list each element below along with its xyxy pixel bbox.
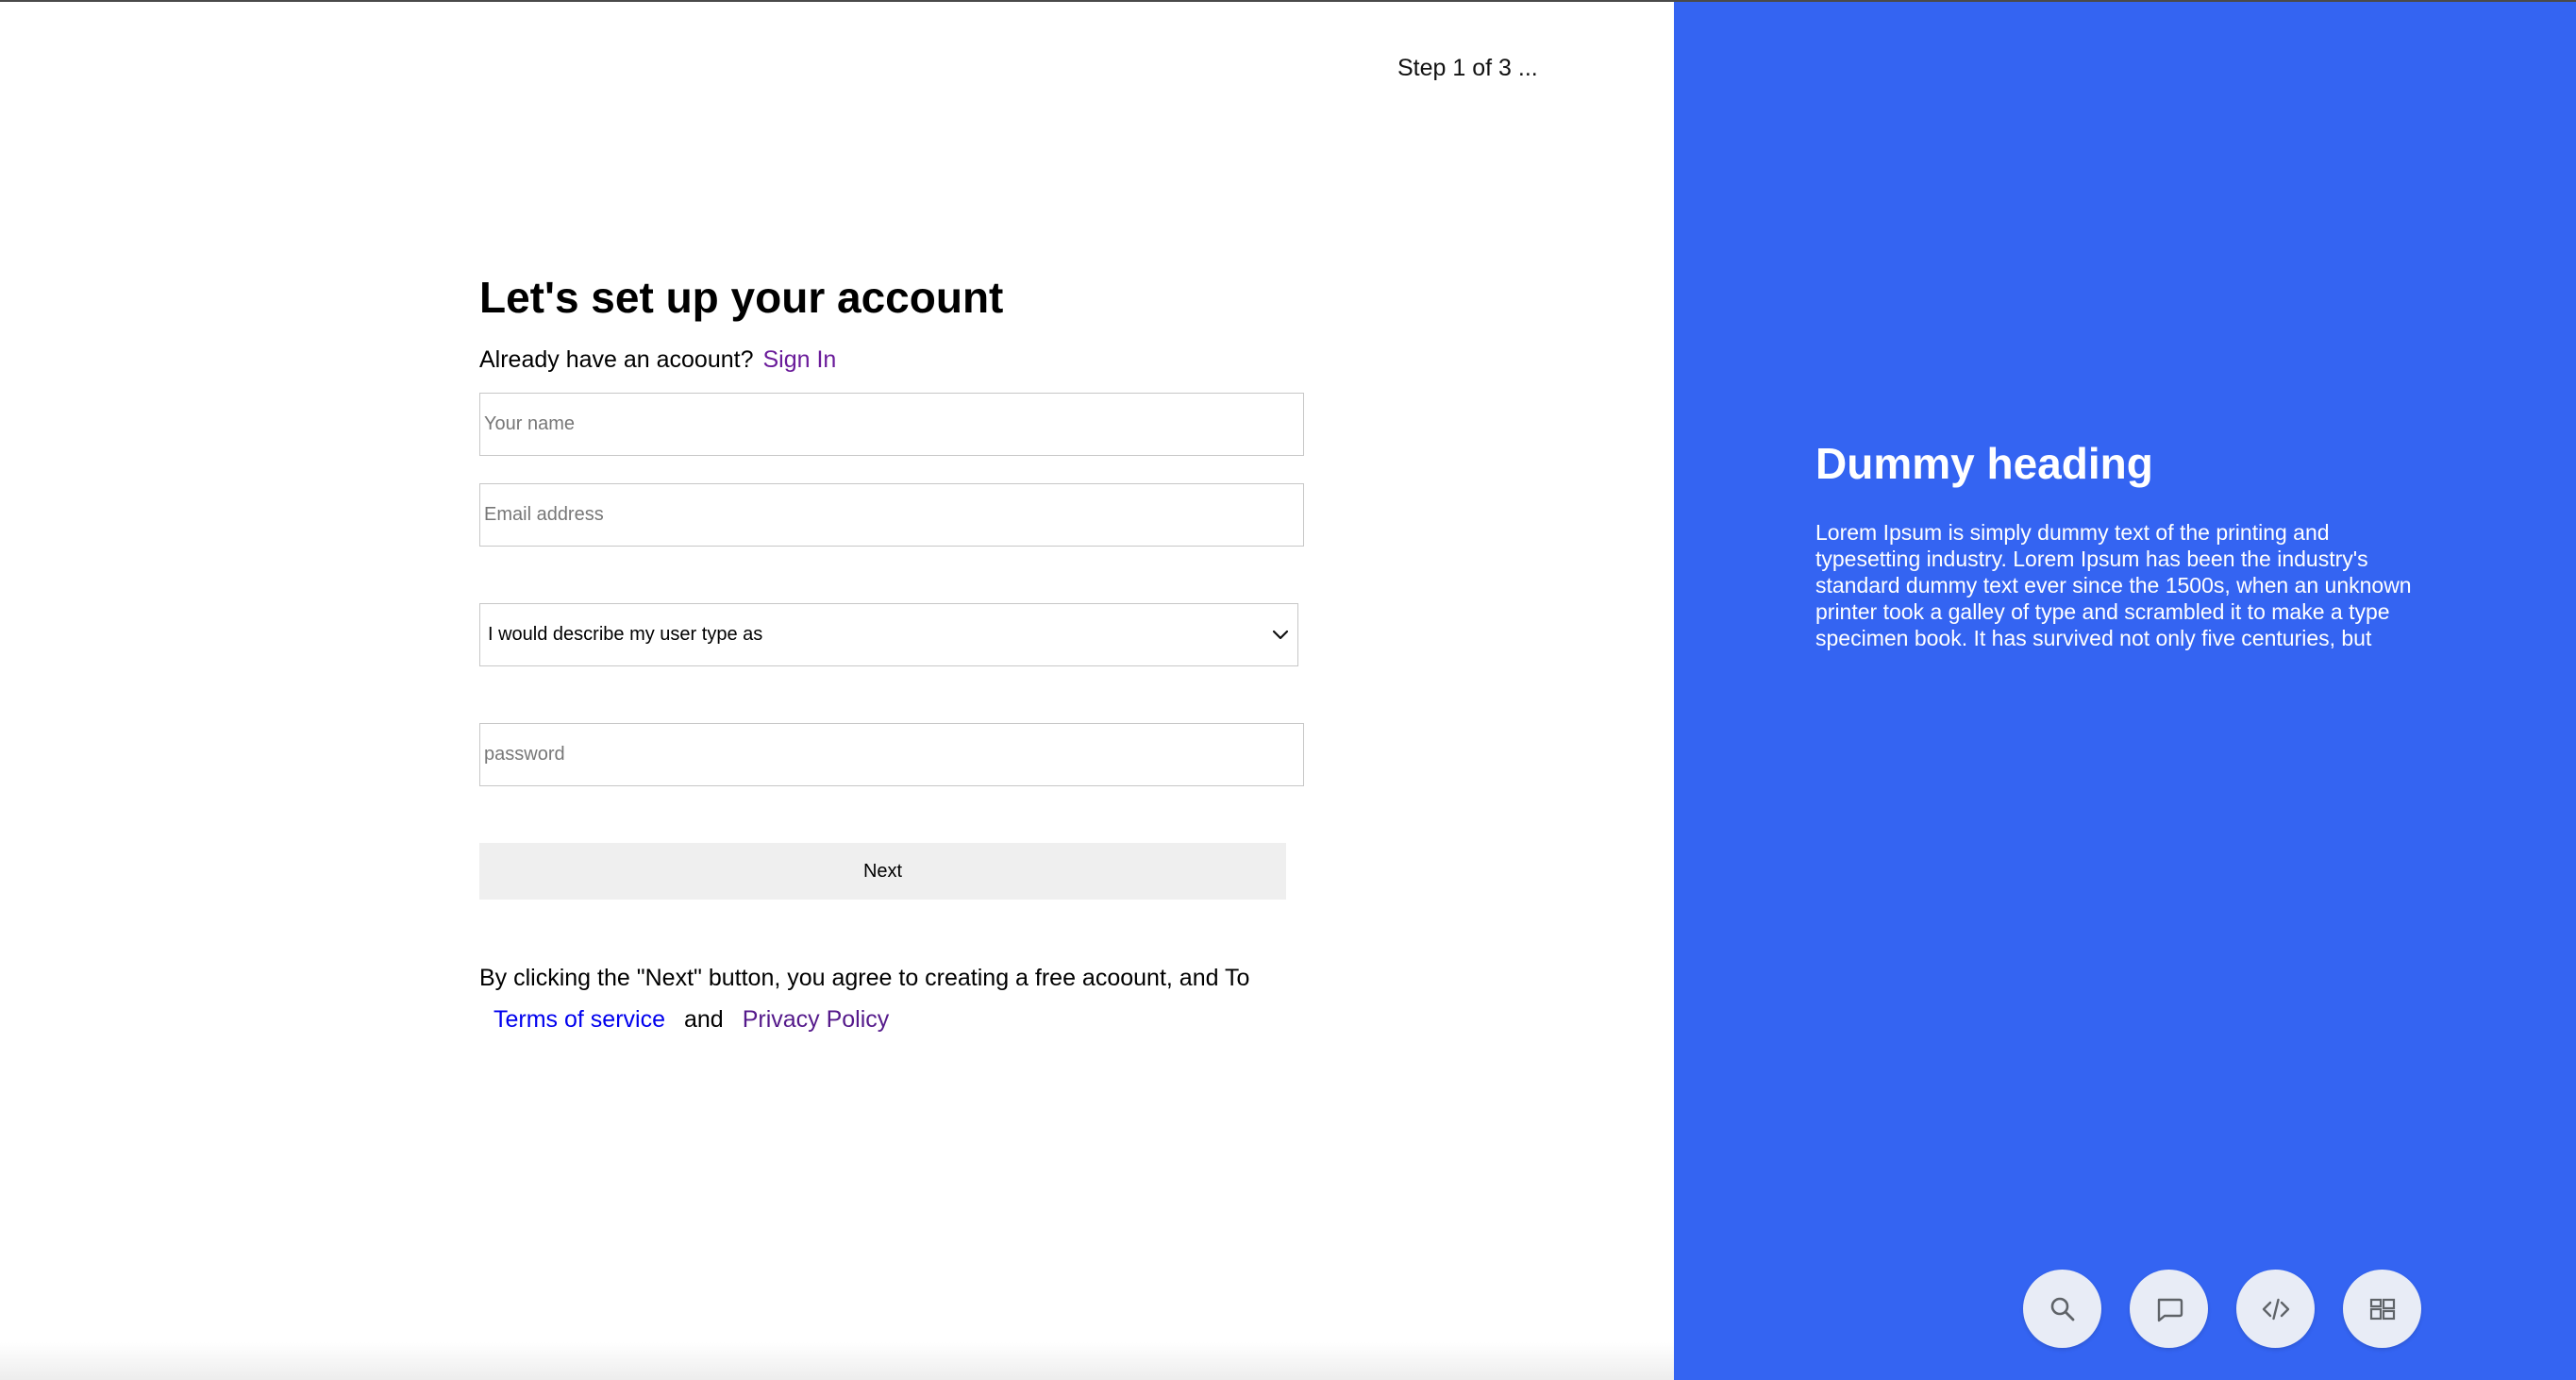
signup-form-panel: Step 1 of 3 ... Let's set up your accoun…: [0, 2, 1674, 1380]
chevron-down-icon: [1272, 630, 1289, 639]
signin-row: Already have an acoount? Sign In: [479, 344, 1310, 376]
name-input[interactable]: [479, 393, 1304, 456]
search-icon: [2050, 1297, 2074, 1321]
next-button[interactable]: Next: [479, 843, 1286, 900]
promo-heading: Dummy heading: [1815, 439, 2153, 488]
bottom-shadow: [0, 1342, 1674, 1380]
and-text: and: [683, 1006, 724, 1033]
user-type-selected-value: I would describe my user type as: [488, 624, 763, 645]
signin-link[interactable]: Sign In: [763, 346, 837, 373]
layout-icon: [2369, 1298, 2395, 1320]
layout-button[interactable]: [2343, 1270, 2421, 1348]
terms-links-row: Terms of service and Privacy Policy: [479, 1003, 1310, 1035]
code-button[interactable]: [2236, 1270, 2315, 1348]
signup-form: Let's set up your account Already have a…: [479, 268, 1310, 1035]
password-input[interactable]: [479, 723, 1304, 786]
signin-prompt: Already have an acoount?: [479, 346, 754, 373]
chat-icon: [2157, 1298, 2183, 1321]
code-icon: [2262, 1298, 2289, 1320]
signup-page: Step 1 of 3 ... Let's set up your accoun…: [0, 0, 2576, 1380]
privacy-policy-link[interactable]: Privacy Policy: [743, 1006, 890, 1033]
search-button[interactable]: [2023, 1270, 2101, 1348]
floating-actions: [2023, 1270, 2421, 1348]
promo-body: Lorem Ipsum is simply dummy text of the …: [1815, 520, 2412, 650]
email-input[interactable]: [479, 483, 1304, 547]
terms-of-service-link[interactable]: Terms of service: [493, 1006, 665, 1033]
user-type-select[interactable]: I would describe my user type as: [479, 603, 1298, 666]
step-indicator: Step 1 of 3 ...: [1397, 55, 1538, 81]
terms-notice: By clicking the "Next" button, you agree…: [479, 965, 1250, 991]
promo-panel: Dummy heading Lorem Ipsum is simply dumm…: [1674, 2, 2576, 1380]
chat-button[interactable]: [2130, 1270, 2208, 1348]
page-title: Let's set up your account: [479, 273, 1004, 322]
